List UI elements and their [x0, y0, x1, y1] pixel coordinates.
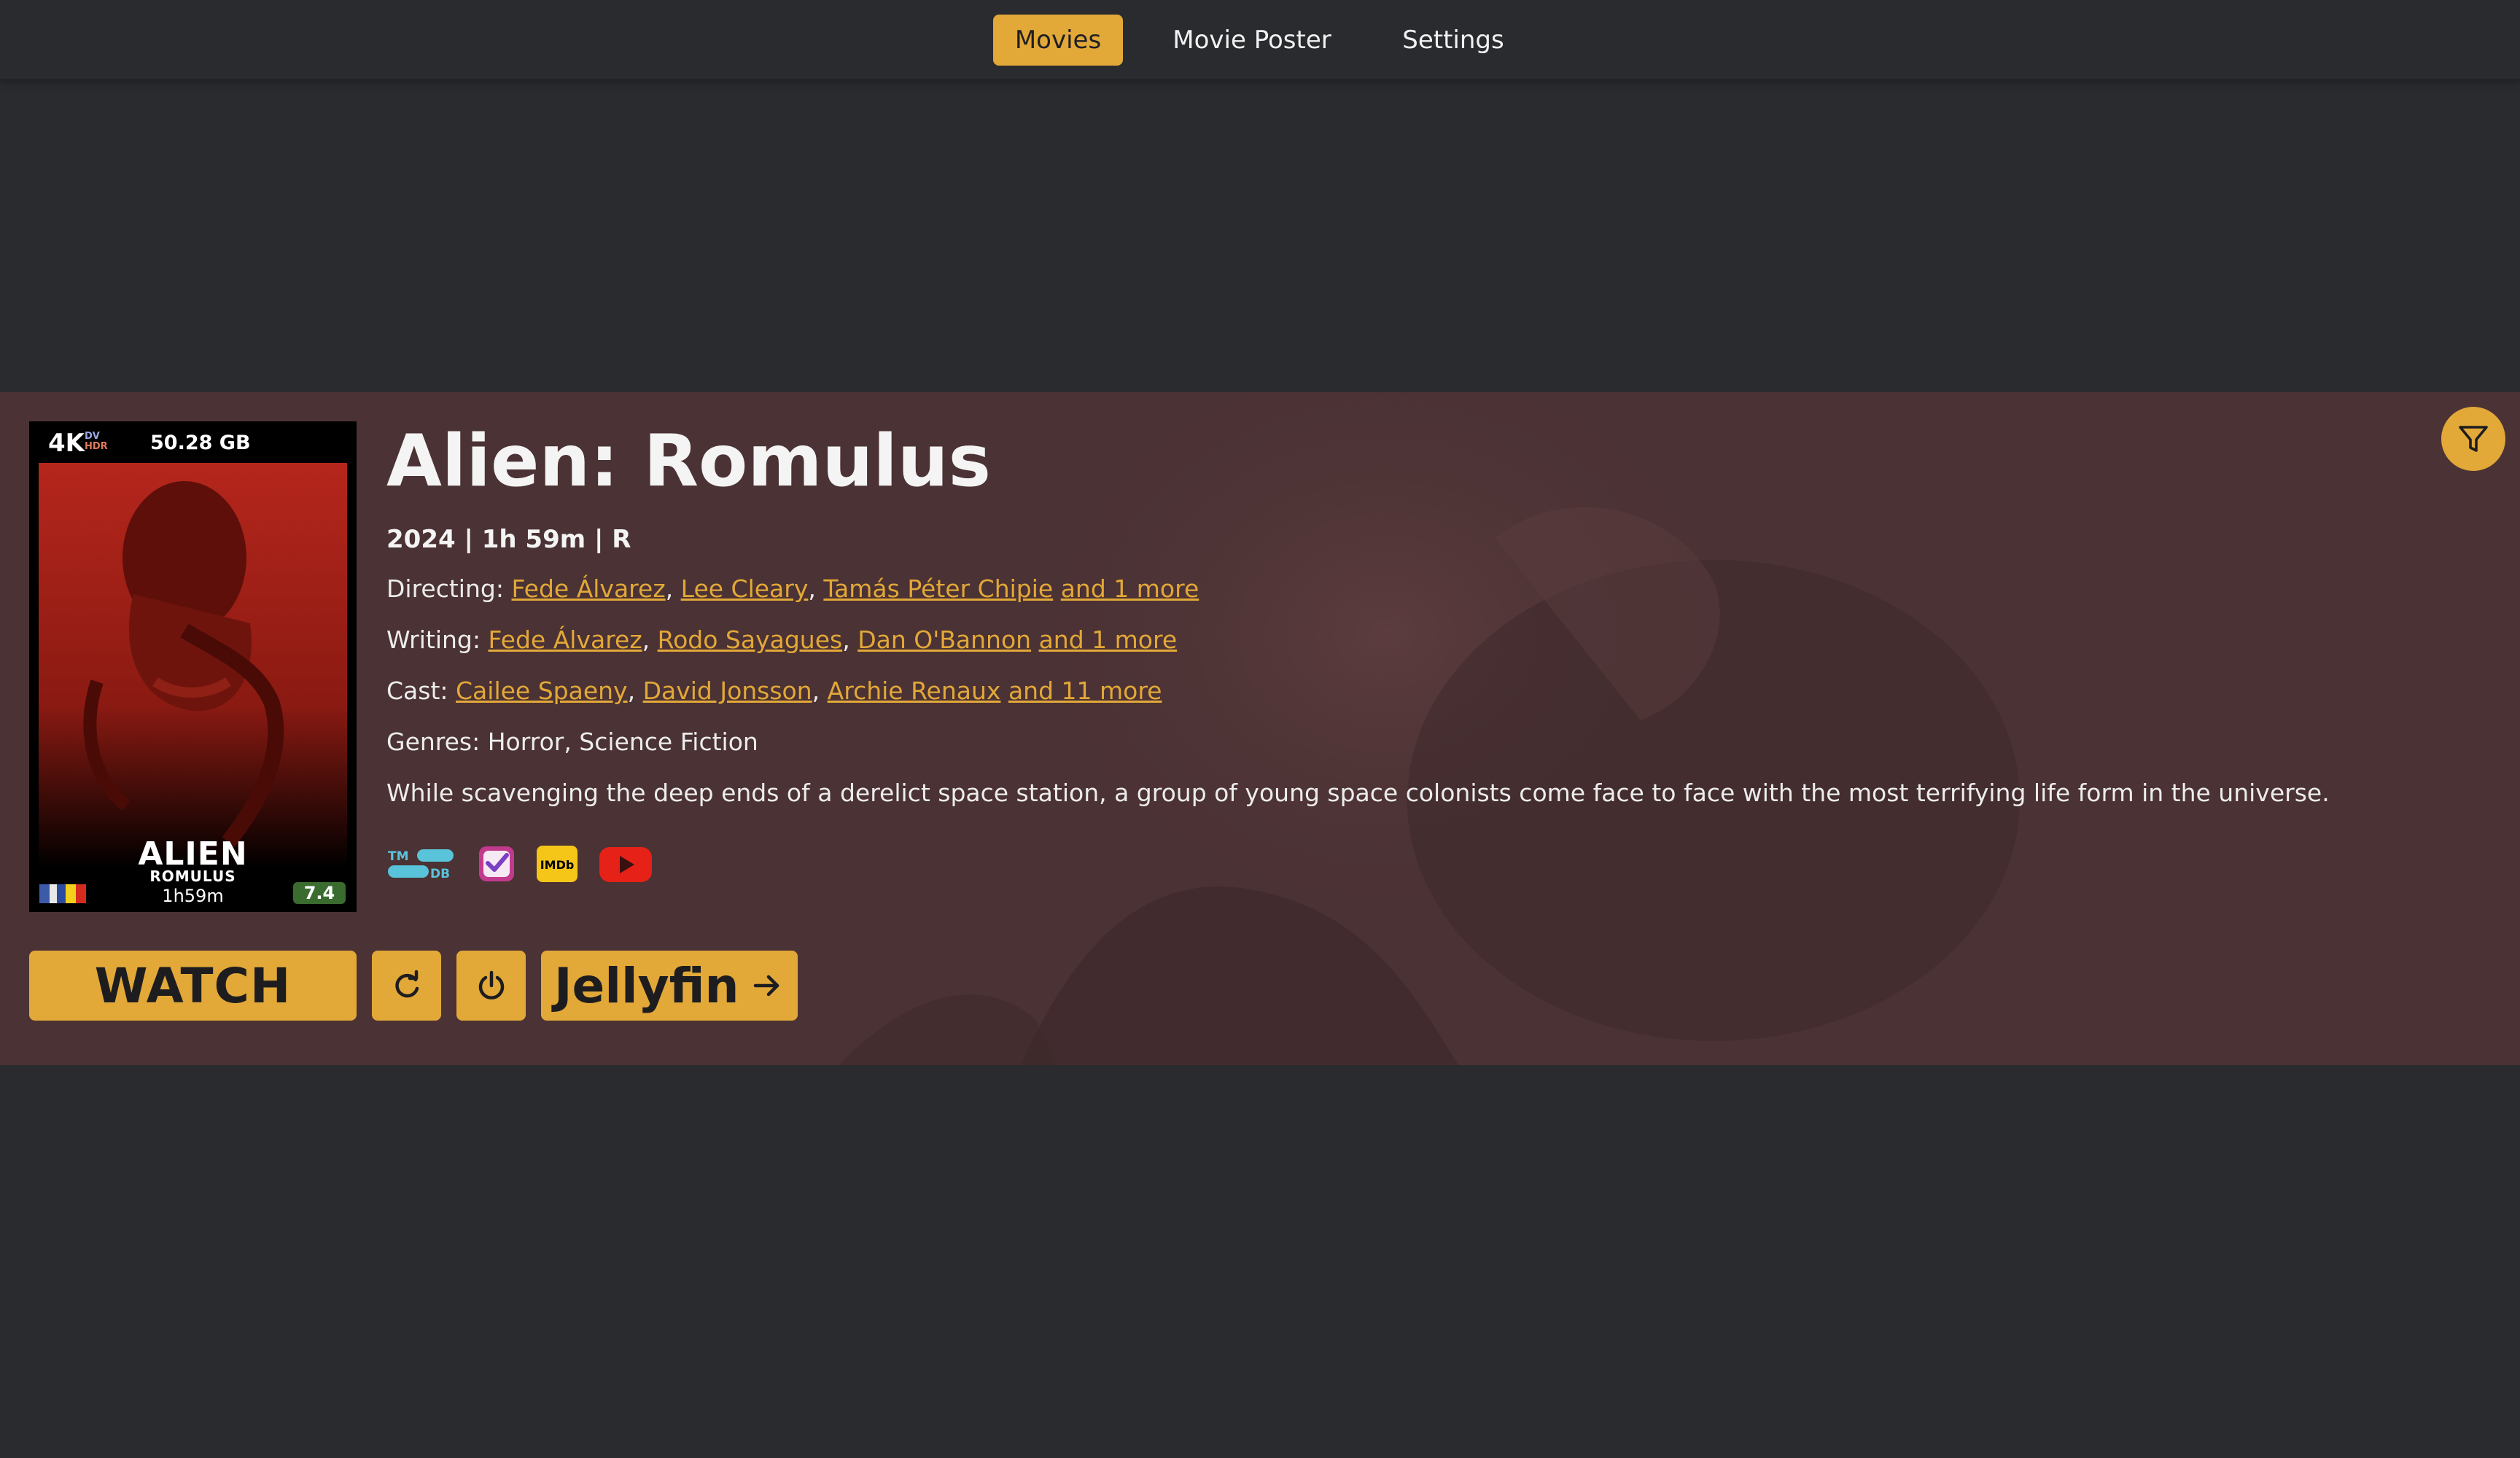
refresh-button[interactable]: [372, 951, 441, 1021]
tab-settings[interactable]: Settings: [1385, 15, 1521, 66]
genres-line: Genres: Horror, Science Fiction: [386, 728, 758, 756]
top-nav: Movies Movie Poster Settings: [0, 0, 2520, 80]
rating-badge: 7.4: [293, 882, 346, 904]
power-button[interactable]: [456, 951, 526, 1021]
writing-line: Writing: Fede Álvarez, Rodo Sayagues, Da…: [386, 625, 1178, 654]
letterboxd-checklist-icon[interactable]: [477, 844, 516, 884]
svg-text:IMDb: IMDb: [540, 858, 575, 872]
poster-artwork: [39, 463, 347, 868]
power-icon: [478, 970, 504, 999]
writer-link[interactable]: Fede Álvarez: [488, 625, 642, 654]
cast-link[interactable]: David Jonsson: [643, 677, 812, 705]
writer-link[interactable]: Rodo Sayagues: [658, 625, 843, 654]
tab-movie-poster[interactable]: Movie Poster: [1159, 15, 1345, 66]
movie-title: Alien: Romulus: [386, 420, 991, 503]
youtube-icon[interactable]: [598, 846, 653, 884]
director-link[interactable]: Lee Cleary: [681, 574, 809, 603]
overview-text: While scavenging the deep ends of a dere…: [386, 779, 2330, 807]
writer-link[interactable]: Dan O'Bannon: [858, 625, 1031, 654]
jellyfin-button[interactable]: Jellyfin: [541, 951, 798, 1021]
svg-text:DB: DB: [430, 867, 450, 881]
directing-more-link[interactable]: and 1 more: [1061, 574, 1199, 603]
cast-link[interactable]: Cailee Spaeny: [456, 677, 628, 705]
movie-meta: 2024 | 1h 59m | R: [386, 525, 631, 554]
writing-more-link[interactable]: and 1 more: [1039, 625, 1178, 654]
watch-button[interactable]: WATCH: [29, 951, 357, 1021]
jellyfin-label: Jellyfin: [554, 957, 739, 1014]
filter-button[interactable]: [2441, 407, 2505, 471]
director-link[interactable]: Fede Álvarez: [511, 574, 665, 603]
dolby-vision-hdr-badge: DV HDR: [85, 431, 108, 452]
directing-line: Directing: Fede Álvarez, Lee Cleary, Tam…: [386, 574, 1199, 603]
cast-link[interactable]: Archie Renaux: [828, 677, 1001, 705]
cast-line: Cast: Cailee Spaeny, David Jonsson, Arch…: [386, 677, 1162, 705]
tmdb-icon[interactable]: TM DB: [386, 847, 455, 881]
tab-movies[interactable]: Movies: [993, 15, 1123, 66]
resolution-badge: 4K: [48, 429, 85, 458]
arrow-right-icon: [753, 975, 779, 997]
audio-language-flags-icon: [39, 884, 86, 903]
filter-icon: [2459, 426, 2488, 452]
svg-text:TM: TM: [388, 849, 409, 864]
cast-more-link[interactable]: and 11 more: [1008, 677, 1162, 705]
imdb-icon[interactable]: IMDb: [535, 844, 579, 884]
director-link[interactable]: Tamás Péter Chipie: [823, 574, 1053, 603]
movie-poster[interactable]: 4K DV HDR 50.28 GB ALIEN ROMULUS 1h59m 7…: [29, 421, 357, 912]
movie-hero: 4K DV HDR 50.28 GB ALIEN ROMULUS 1h59m 7…: [0, 392, 2520, 1065]
refresh-icon: [394, 970, 419, 998]
file-size-label: 50.28 GB: [150, 432, 251, 454]
